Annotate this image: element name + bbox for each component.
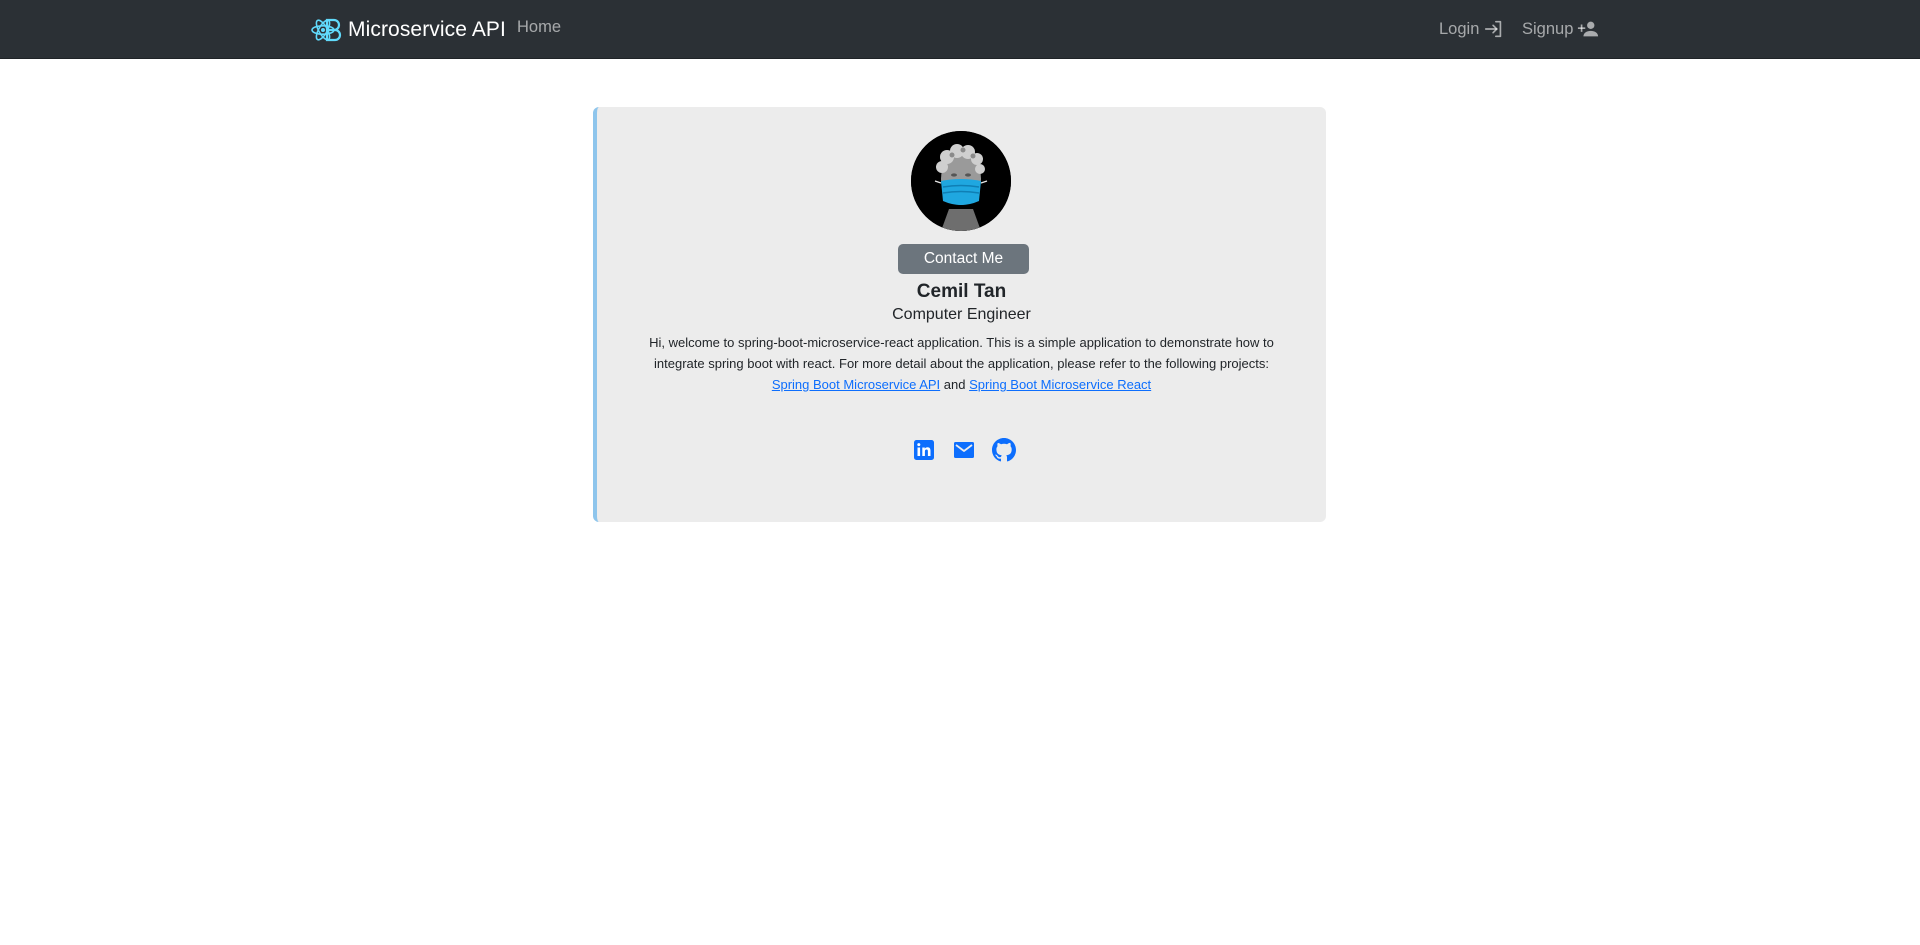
profile-card: Contact Me Cemil Tan Computer Engineer H… [593,107,1326,522]
nav-login-link[interactable]: Login [1439,18,1505,40]
nav-signup-link[interactable]: Signup [1522,18,1599,40]
profile-role: Computer Engineer [892,306,1031,323]
contact-me-button[interactable]: Contact Me [898,244,1029,274]
login-arrow-icon [1485,20,1502,38]
bio-intro-text: Hi, welcome to spring-boot-microservice-… [649,335,1274,371]
person-add-icon [1578,21,1599,37]
linkedin-link[interactable] [912,438,936,462]
bio-and-text: and [940,377,970,392]
avatar-statue-image [911,131,1011,231]
brand-title: Microservice API [348,18,506,41]
top-navbar: Microservice API Home Login Signup [0,0,1920,59]
nav-home-link[interactable]: Home [517,18,561,37]
profile-name: Cemil Tan [916,281,1007,302]
profile-bio: Hi, welcome to spring-boot-microservice-… [639,332,1284,395]
avatar [911,131,1011,231]
signup-label: Signup [1522,19,1574,38]
linkedin-icon [914,440,934,460]
spring-boot-microservice-react-link[interactable]: Spring Boot Microservice React [969,377,1151,392]
github-link[interactable] [992,438,1016,462]
react-logo-icon [311,18,342,42]
email-link[interactable] [952,438,976,462]
brand-link[interactable]: Microservice API [311,14,506,46]
spring-boot-microservice-api-link[interactable]: Spring Boot Microservice API [772,377,940,392]
mail-icon [954,442,974,458]
login-label: Login [1439,19,1480,38]
github-icon [992,438,1016,462]
